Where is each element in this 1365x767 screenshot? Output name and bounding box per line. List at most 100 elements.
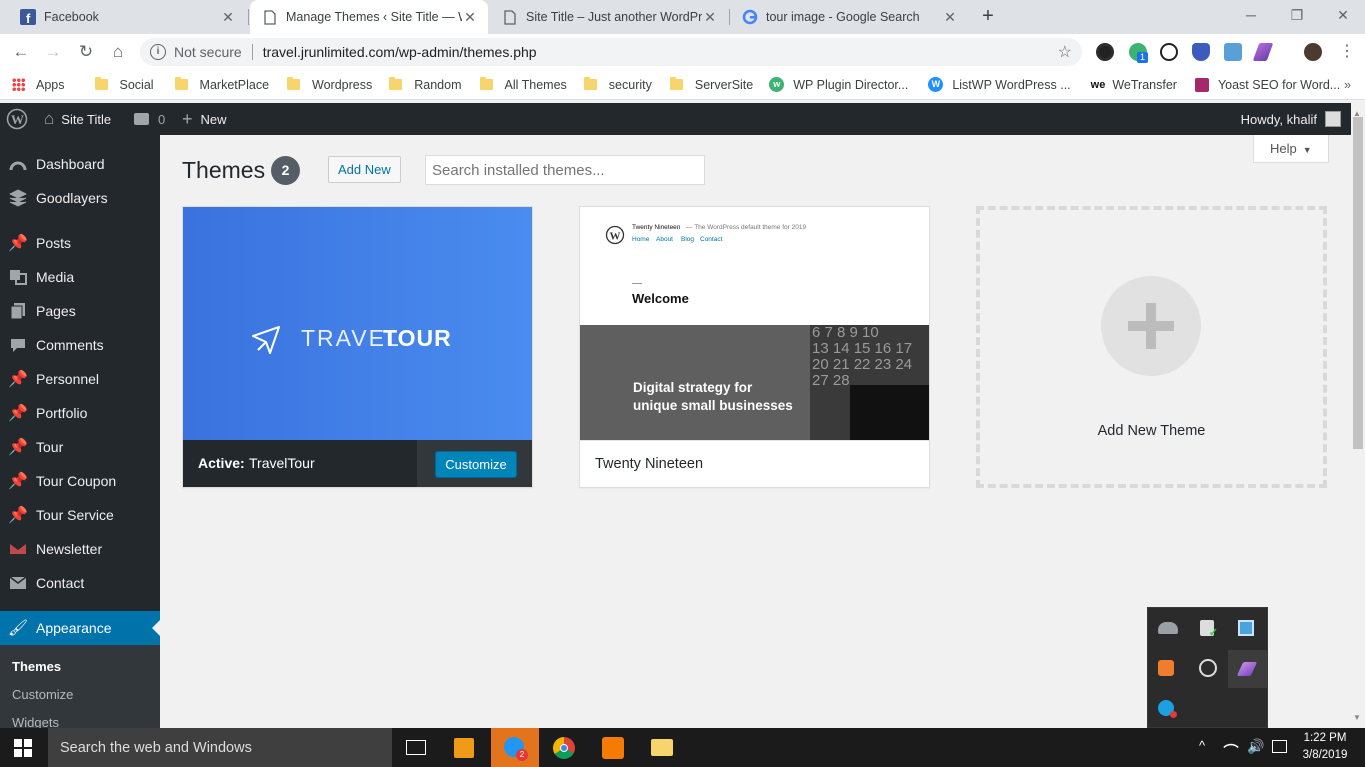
bookmark-wp-plugin-directory[interactable]: w WP Plugin Director... bbox=[769, 77, 908, 92]
onedrive-icon[interactable] bbox=[1158, 622, 1178, 634]
submenu-themes[interactable]: Themes bbox=[12, 659, 61, 674]
clock-time[interactable]: 1:22 PM bbox=[1302, 732, 1348, 744]
info-icon[interactable]: i bbox=[150, 44, 166, 60]
tab-manage-themes[interactable]: Manage Themes ‹ Site Title — W ✕ bbox=[250, 0, 488, 34]
menu-pages[interactable]: Pages bbox=[0, 294, 160, 328]
wordpress-logo-icon: W bbox=[605, 225, 625, 248]
security-check-icon[interactable]: ✓ bbox=[1200, 620, 1218, 639]
scroll-down-icon[interactable]: ▼ bbox=[1353, 713, 1361, 722]
pin-icon: 📌 bbox=[8, 439, 28, 456]
help-tab-button[interactable]: Help ▼ bbox=[1253, 135, 1329, 163]
close-window-button[interactable]: ✕ bbox=[1320, 0, 1365, 30]
tab-title: Facebook bbox=[44, 10, 99, 24]
tab-site-title[interactable]: Site Title – Just another WordPre ✕ bbox=[490, 0, 728, 34]
extension-icon[interactable] bbox=[1096, 43, 1114, 61]
minimize-button[interactable]: ─ bbox=[1228, 0, 1274, 30]
xampp-icon[interactable] bbox=[1158, 660, 1174, 676]
bookmark-security[interactable]: security bbox=[583, 77, 652, 92]
my-account-menu[interactable]: Howdy, khalif bbox=[1241, 103, 1341, 135]
wordpress-logo-icon[interactable]: W bbox=[6, 103, 28, 135]
bookmark-listwp[interactable]: W ListWP WordPress ... bbox=[928, 77, 1071, 92]
close-tab-icon[interactable]: ✕ bbox=[702, 9, 718, 26]
theme-card-twenty-nineteen[interactable]: W Twenty Nineteen — The WordPress defaul… bbox=[579, 206, 930, 488]
profile-avatar[interactable] bbox=[1304, 43, 1322, 61]
bookmarks-overflow-icon[interactable]: » bbox=[1344, 78, 1351, 92]
home-icon[interactable]: ⌂ bbox=[107, 41, 129, 63]
bookmark-wetransfer[interactable]: we WeTransfer bbox=[1091, 78, 1177, 92]
reload-icon[interactable]: ↻ bbox=[75, 41, 97, 63]
extension-translate-icon[interactable] bbox=[1224, 43, 1242, 61]
taskbar-search-box[interactable]: Search the web and Windows bbox=[48, 728, 392, 767]
clock-date[interactable]: 3/8/2019 bbox=[1302, 749, 1348, 761]
bookmark-star-icon[interactable]: ☆ bbox=[1058, 42, 1072, 62]
wifi-icon[interactable] bbox=[1223, 739, 1239, 755]
comments-link[interactable]: 0 bbox=[134, 103, 165, 135]
bookmark-social[interactable]: Social bbox=[94, 77, 154, 92]
tray-expand-chevron-icon[interactable]: ^ bbox=[1199, 738, 1205, 753]
bookmark-yoast[interactable]: Yoast SEO for Word... bbox=[1194, 77, 1340, 92]
add-new-theme-card[interactable]: Add New Theme bbox=[976, 206, 1327, 488]
network-app-icon[interactable] bbox=[1238, 620, 1254, 636]
menu-personnel[interactable]: 📌 Personnel bbox=[0, 362, 160, 396]
bookmark-serversite[interactable]: ServerSite bbox=[669, 77, 753, 92]
chrome-menu-icon[interactable]: ⋮ bbox=[1336, 41, 1358, 63]
forward-icon[interactable]: → bbox=[42, 41, 64, 63]
menu-tour-coupon[interactable]: 📌 Tour Coupon bbox=[0, 464, 160, 498]
task-view-icon[interactable] bbox=[406, 740, 426, 755]
add-new-button[interactable]: Add New bbox=[328, 156, 401, 183]
menu-goodlayers[interactable]: Goodlayers bbox=[0, 181, 160, 215]
feather-extension-icon[interactable] bbox=[1252, 43, 1274, 61]
file-explorer-icon[interactable] bbox=[651, 739, 673, 756]
close-tab-icon[interactable]: ✕ bbox=[462, 9, 478, 26]
restore-button[interactable]: ❐ bbox=[1274, 0, 1320, 30]
new-content-link[interactable]: + New bbox=[182, 103, 227, 135]
page-scrollbar[interactable]: ▲ ▼ bbox=[1351, 103, 1365, 728]
menu-label: Goodlayers bbox=[36, 190, 108, 206]
search-themes-input[interactable] bbox=[425, 155, 705, 185]
menu-newsletter[interactable]: Newsletter bbox=[0, 532, 160, 566]
xampp-taskbar-icon[interactable] bbox=[602, 737, 624, 759]
new-tab-button[interactable]: + bbox=[976, 5, 1000, 29]
menu-tour-service[interactable]: 📌 Tour Service bbox=[0, 498, 160, 532]
menu-media[interactable]: Media bbox=[0, 260, 160, 294]
bookmark-random[interactable]: Random bbox=[389, 77, 462, 92]
extension-chat-icon[interactable]: 1 bbox=[1129, 43, 1148, 63]
notifications-icon[interactable] bbox=[1272, 740, 1287, 753]
close-tab-icon[interactable]: ✕ bbox=[942, 9, 958, 26]
tab-google-search[interactable]: tour image - Google Search ✕ bbox=[730, 0, 968, 34]
bookmark-wordpress[interactable]: Wordpress bbox=[287, 77, 372, 92]
address-bar[interactable]: i Not secure travel.jrunlimited.com/wp-a… bbox=[140, 38, 1082, 66]
submenu-customize[interactable]: Customize bbox=[12, 687, 73, 702]
mouse-pointer-app-icon[interactable] bbox=[1199, 659, 1217, 677]
chrome-taskbar-icon[interactable] bbox=[553, 737, 575, 759]
menu-comments[interactable]: Comments bbox=[0, 328, 160, 362]
back-icon[interactable]: ← bbox=[10, 41, 32, 63]
menu-contact[interactable]: Contact bbox=[0, 566, 160, 600]
menu-posts[interactable]: 📌 Posts bbox=[0, 226, 160, 260]
customize-button[interactable]: Customize bbox=[435, 451, 517, 478]
wetransfer-icon: we bbox=[1090, 78, 1106, 91]
menu-dashboard[interactable]: Dashboard bbox=[0, 147, 160, 181]
skype-badge: 2 bbox=[516, 749, 528, 761]
volume-icon[interactable]: 🔊 bbox=[1247, 738, 1264, 755]
submenu-widgets[interactable]: Widgets bbox=[12, 715, 59, 728]
extension-refresh-icon[interactable] bbox=[1160, 43, 1178, 61]
bookmark-marketplace[interactable]: MarketPlace bbox=[174, 77, 269, 92]
scrollbar-thumb[interactable] bbox=[1353, 117, 1363, 449]
url-text[interactable]: travel.jrunlimited.com/wp-admin/themes.p… bbox=[263, 44, 537, 60]
page-icon bbox=[262, 9, 278, 25]
close-tab-icon[interactable]: ✕ bbox=[220, 9, 236, 26]
sublime-text-icon[interactable] bbox=[454, 738, 474, 758]
menu-appearance[interactable]: 🖌 Appearance bbox=[0, 611, 160, 645]
site-title-link[interactable]: ⌂ Site Title bbox=[44, 103, 111, 135]
bookmark-apps[interactable]: Apps bbox=[12, 78, 65, 92]
skype-taskbar-button[interactable]: 2 bbox=[491, 728, 539, 767]
shield-extension-icon[interactable] bbox=[1192, 43, 1210, 61]
tab-facebook[interactable]: f Facebook ✕ bbox=[8, 0, 246, 34]
skype-icon[interactable] bbox=[1158, 700, 1177, 718]
menu-tour[interactable]: 📌 Tour bbox=[0, 430, 160, 464]
windows-start-icon[interactable] bbox=[14, 739, 32, 760]
theme-card-traveltour[interactable]: TRAVEL TOUR Active: TravelTour Customize bbox=[182, 206, 533, 488]
bookmark-all-themes[interactable]: All Themes bbox=[479, 77, 567, 92]
menu-portfolio[interactable]: 📌 Portfolio bbox=[0, 396, 160, 430]
